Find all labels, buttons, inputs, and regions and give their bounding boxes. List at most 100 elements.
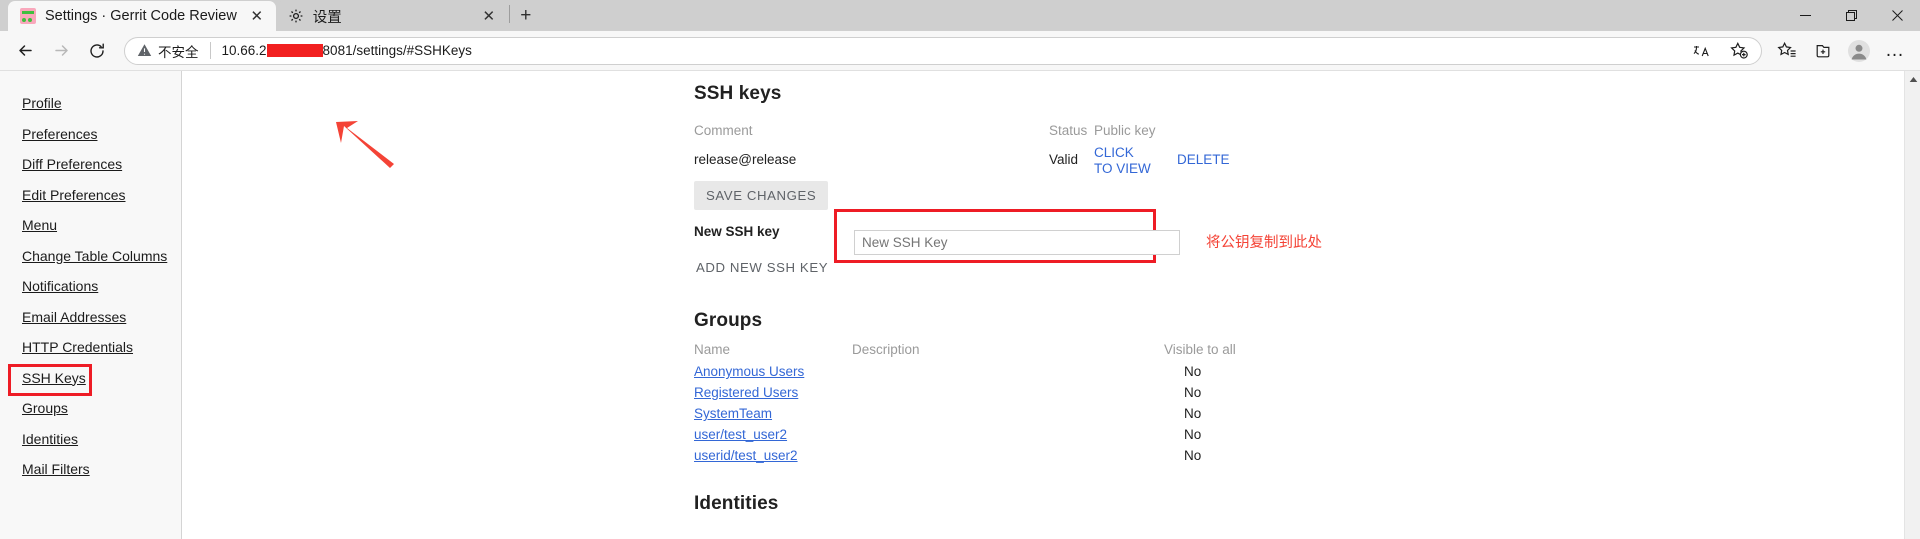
tab-title: Settings · Gerrit Code Review [45,8,237,24]
delete-ssh-key-button[interactable]: DELETE [1177,152,1230,167]
group-visible-value: No [1184,385,1202,400]
group-name-link[interactable]: Registered Users [694,385,798,400]
url-text: 10.66.2 8081/settings/#SSHKeys [222,43,472,58]
sidebar-item-preferences[interactable]: Preferences [0,119,181,150]
scroll-up-arrow-icon[interactable] [1905,71,1920,87]
group-name-link[interactable]: userid/test_user2 [694,448,798,463]
groups-title: Groups [694,310,763,331]
sidebar-item-http-credentials[interactable]: HTTP Credentials [0,332,181,363]
new-tab-button[interactable]: + [511,2,541,30]
reload-button[interactable] [80,36,114,66]
ssh-key-comment: release@release [694,152,797,167]
browser-toolbar: 不安全 10.66.2 8081/settings/#SSHKeys … [0,31,1920,70]
sidebar-item-groups[interactable]: Groups [0,393,181,424]
url-suffix: 8081/settings/#SSHKeys [322,43,472,58]
identities-section: Identities [694,493,1920,515]
red-arrow-annotation-icon [336,121,394,168]
add-new-ssh-key-button[interactable]: ADD NEW SSH KEY [694,253,830,282]
back-button[interactable] [8,36,42,66]
groups-table-header: Name Description Visible to all [694,342,1920,364]
security-status-label: 不安全 [158,44,199,60]
group-name-link[interactable]: user/test_user2 [694,427,787,442]
sidebar-item-label: Identities [22,430,79,447]
new-ssh-key-label: New SSH key [694,224,780,239]
column-header-description: Description [852,342,920,357]
translate-icon[interactable] [1685,36,1719,66]
favorites-icon[interactable] [1770,36,1804,66]
sidebar-item-mail-filters[interactable]: Mail Filters [0,454,181,485]
sidebar-item-profile[interactable]: Profile [0,88,181,119]
minimize-button[interactable] [1782,0,1828,31]
url-redaction-block [266,44,323,57]
table-row[interactable]: user/test_user2 No [694,427,1920,448]
tab-divider [508,5,510,23]
sidebar-item-label: Preferences [22,125,98,142]
sidebar-item-label: Mail Filters [22,461,90,478]
new-ssh-key-row: New SSH key 将公钥复制到此处 [694,209,1920,263]
new-ssh-key-input[interactable] [854,230,1180,255]
restore-button[interactable] [1828,0,1874,31]
forward-button[interactable] [44,36,78,66]
url-prefix: 10.66.2 [221,43,267,58]
browser-tab-settings[interactable]: 设置 ✕ [275,1,508,31]
group-visible-value: No [1184,448,1202,463]
table-row[interactable]: SystemTeam No [694,406,1920,427]
browser-tab-gerrit[interactable]: Settings · Gerrit Code Review ✕ [8,1,276,31]
column-header-status: Status [1049,123,1088,138]
sidebar-item-diff-preferences[interactable]: Diff Preferences [0,149,181,180]
sidebar-item-label: Notifications [22,278,99,295]
table-row[interactable]: userid/test_user2 No [694,448,1920,469]
group-name-link[interactable]: Anonymous Users [694,364,804,379]
browser-titlebar: Settings · Gerrit Code Review ✕ 设置 ✕ + [0,0,1920,31]
column-header-visible: Visible to all [1164,342,1236,357]
sidebar-item-label: Groups [22,400,68,417]
add-favorite-icon[interactable] [1721,36,1755,66]
ssh-keys-title: SSH keys [694,83,782,104]
sidebar-item-menu[interactable]: Menu [0,210,181,241]
sidebar-item-label: Diff Preferences [22,156,123,173]
column-header-name: Name [694,342,731,357]
sidebar-item-email-addresses[interactable]: Email Addresses [0,302,181,333]
close-icon[interactable]: ✕ [478,5,500,27]
ssh-keys-table: Comment Status Public key release@releas… [694,119,1920,181]
omnibox-actions [1685,36,1755,66]
sidebar-item-notifications[interactable]: Notifications [0,271,181,302]
group-visible-value: No [1184,406,1202,421]
table-row[interactable]: Registered Users No [694,385,1920,406]
close-icon[interactable]: ✕ [246,5,268,27]
address-bar[interactable]: 不安全 10.66.2 8081/settings/#SSHKeys [124,36,1762,66]
settings-content: SSH keys Comment Status Public key relea… [182,71,1920,539]
column-header-comment: Comment [694,123,753,138]
table-row[interactable]: Anonymous Users No [694,364,1920,385]
groups-section: Groups Name Description Visible to all A… [694,310,1920,469]
collections-icon[interactable] [1806,36,1840,66]
omnibox-divider [209,42,211,59]
gerrit-favicon-icon [20,8,36,24]
not-secure-warning-icon [137,43,152,58]
group-name-link[interactable]: SystemTeam [694,406,772,421]
settings-sidebar: Profile Preferences Diff Preferences Edi… [0,71,182,539]
click-to-view-link[interactable]: CLICK TO VIEW [1094,145,1152,177]
profile-icon[interactable] [1842,36,1876,66]
sidebar-item-label: Email Addresses [22,308,127,325]
group-visible-value: No [1184,364,1202,379]
column-header-public-key: Public key [1094,123,1156,138]
close-button[interactable] [1874,0,1920,31]
window-controls [1782,0,1920,31]
toolbar-right-actions: … [1770,36,1912,66]
group-visible-value: No [1184,427,1202,442]
sidebar-item-ssh-keys[interactable]: SSH Keys [0,363,181,395]
sidebar-item-label: Change Table Columns [22,247,168,264]
identities-title: Identities [694,493,779,514]
sidebar-item-change-table-columns[interactable]: Change Table Columns [0,241,181,272]
sidebar-item-edit-preferences[interactable]: Edit Preferences [0,180,181,211]
sidebar-item-label: Profile [22,95,62,112]
gear-icon [288,8,304,24]
page-scrollbar[interactable] [1904,71,1920,539]
sidebar-item-label: Menu [22,217,58,234]
more-options-icon[interactable]: … [1878,36,1912,66]
sidebar-item-label: SSH Keys [22,369,86,386]
sidebar-item-identities[interactable]: Identities [0,424,181,455]
save-changes-button[interactable]: SAVE CHANGES [694,181,829,210]
page-body: Profile Preferences Diff Preferences Edi… [0,70,1920,539]
